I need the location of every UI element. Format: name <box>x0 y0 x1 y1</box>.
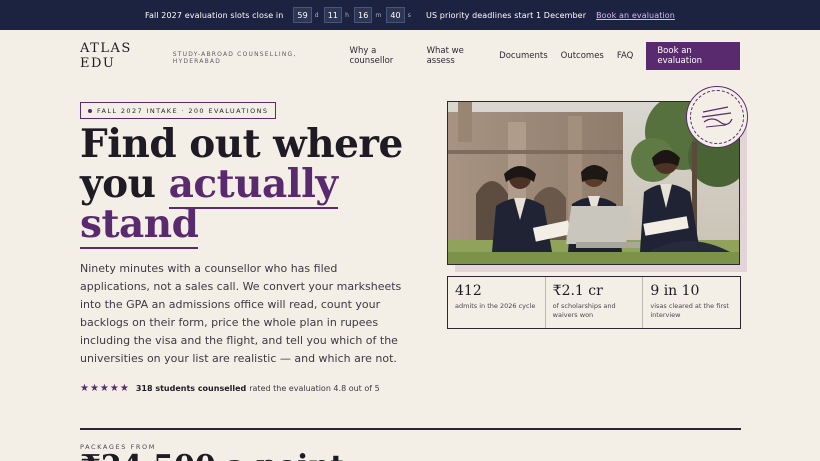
main-nav: ATLAS EDU STUDY-ABROAD COUNSELLING, HYDE… <box>0 36 820 76</box>
nav-book-button[interactable]: Book an evaluation <box>646 42 740 70</box>
countdown-seconds: 40 <box>386 7 405 23</box>
stat-value: 412 <box>455 283 482 299</box>
topbar-book-link[interactable]: Book an evaluation <box>596 11 675 20</box>
rating-text: rated the evaluation 4.8 out of 5 <box>249 384 380 393</box>
page-title: Find out where you actually stand <box>80 121 403 249</box>
countdown-seconds-unit: s <box>407 11 411 19</box>
stat-label: of scholarships and waivers won <box>552 302 616 319</box>
badge-dot-icon <box>88 108 92 113</box>
rating-count: 318 students counselled <box>135 384 247 393</box>
headline-line-2: you actually <box>80 161 403 209</box>
stat-admits: 412 admits in the 2026 cycle <box>448 277 546 328</box>
rating-summary: ★★★★★ 318 students counselled rated the … <box>80 383 380 394</box>
logo[interactable]: ATLAS EDU <box>80 41 167 71</box>
intake-badge: FALL 2027 INTAKE · 200 EVALUATIONS <box>80 102 277 119</box>
stat-scholarships: ₹2.1 cr of scholarships and waivers won <box>546 277 644 328</box>
star-rating-icon: ★★★★★ <box>80 383 130 394</box>
countdown-days: 59 <box>293 7 312 23</box>
nav-links: Why a counsellor What we assess Document… <box>337 42 740 70</box>
stat-value: 9 in 10 <box>650 283 700 299</box>
stat-label: admits in the 2026 cycle <box>455 302 536 310</box>
signature-icon <box>701 106 733 128</box>
nav-link-documents[interactable]: Documents <box>499 51 547 61</box>
stat-label: visas cleared at the first interview <box>650 302 729 319</box>
nav-link-faq[interactable]: FAQ <box>617 51 633 61</box>
stat-value: ₹2.1 cr <box>552 283 603 299</box>
announcement-bar: Fall 2027 evaluation slots close in 59 d… <box>0 0 820 30</box>
tagline: STUDY-ABROAD COUNSELLING, HYDERABAD <box>172 50 297 65</box>
countdown-minutes-unit: m <box>375 11 382 19</box>
countdown-days-unit: d <box>314 11 319 19</box>
countdown-lead: Fall 2027 evaluation slots close in <box>145 10 284 20</box>
headline-line-1: Find out where <box>80 121 403 167</box>
nav-link-what-we-assess[interactable]: What we assess <box>427 46 487 66</box>
stats-strip: 412 admits in the 2026 cycle ₹2.1 cr of … <box>447 276 741 329</box>
countdown-minutes: 16 <box>354 7 373 23</box>
countdown-hours-unit: h <box>345 11 350 19</box>
hero-description: Ninety minutes with a counsellor who has… <box>80 262 402 365</box>
packages-price: ₹24,500 a point <box>80 451 344 461</box>
countdown: 59 d 11 h 16 m 40 s <box>293 7 416 23</box>
deadline-notice: US priority deadlines start 1 December <box>425 10 587 20</box>
headline-line-3: stand <box>80 201 403 249</box>
nav-link-outcomes[interactable]: Outcomes <box>561 51 604 61</box>
signature-seal <box>686 86 748 148</box>
badge-text: FALL 2027 INTAKE · 200 EVALUATIONS <box>97 106 269 115</box>
nav-link-why-counsellor[interactable]: Why a counsellor <box>350 46 414 66</box>
headline-stand: stand <box>80 201 199 249</box>
stat-visas: 9 in 10 visas cleared at the first inter… <box>643 277 740 328</box>
section-divider <box>80 428 741 430</box>
countdown-hours: 11 <box>323 7 343 23</box>
